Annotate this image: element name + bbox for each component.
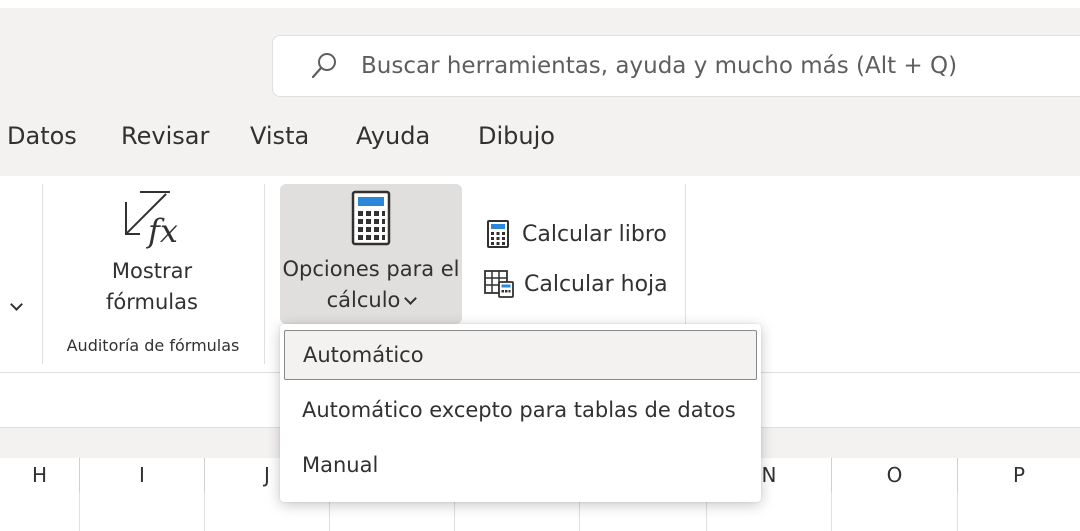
group-separator xyxy=(42,184,43,364)
group-label-auditoria: Auditoría de fórmulas xyxy=(66,336,240,355)
column-header-p[interactable]: P xyxy=(958,458,1080,492)
calculate-sheet-label: Calcular hoja xyxy=(524,271,668,297)
window-top-strip xyxy=(0,0,1080,8)
sheet-calculate-icon xyxy=(484,270,514,298)
calculation-options-label-line1: Opciones para el xyxy=(282,257,460,281)
column-header-o[interactable]: O xyxy=(832,458,958,492)
column-header-h[interactable]: H xyxy=(0,458,80,492)
search-box[interactable] xyxy=(272,35,1080,97)
calculate-sheet-button[interactable]: Calcular hoja xyxy=(484,270,668,298)
calculator-small-icon xyxy=(487,220,509,248)
show-formulas-label-line1: Mostrar xyxy=(111,259,193,283)
calculation-options-button[interactable]: Opciones para el cálculo xyxy=(280,184,462,324)
calculate-workbook-button[interactable]: Calcular libro xyxy=(486,220,667,248)
search-input[interactable] xyxy=(359,52,1043,80)
show-formulas-label-line2: fórmulas xyxy=(106,290,198,314)
grid-cell[interactable] xyxy=(958,492,1080,531)
calculate-workbook-label: Calcular libro xyxy=(522,221,667,247)
search-icon xyxy=(311,53,336,79)
menu-item-automatic[interactable]: Automático xyxy=(284,330,757,380)
show-formulas-icon: fx xyxy=(125,191,178,250)
show-formulas-button[interactable]: fx Mostrar fórmulas xyxy=(92,188,212,328)
calculator-icon xyxy=(351,190,391,246)
tab-datos[interactable]: Datos xyxy=(7,122,77,150)
calculation-options-label-line2: cálculo xyxy=(280,285,462,316)
menu-item-manual[interactable]: Manual xyxy=(284,441,757,491)
chevron-down-icon[interactable] xyxy=(10,298,23,311)
svg-text:fx: fx xyxy=(146,212,178,250)
calculation-options-label-text: cálculo xyxy=(326,288,401,312)
title-bar xyxy=(0,8,1080,114)
chevron-down-icon xyxy=(404,292,418,305)
column-header-i[interactable]: I xyxy=(80,458,205,492)
grid-cell[interactable] xyxy=(832,492,958,531)
group-separator xyxy=(685,184,686,324)
group-separator xyxy=(264,184,265,364)
tab-dibujo[interactable]: Dibujo xyxy=(478,122,555,150)
calculation-options-menu: Automático Automático excepto para tabla… xyxy=(280,324,761,502)
grid-cell[interactable] xyxy=(0,492,80,531)
menu-item-automatic-except-tables[interactable]: Automático excepto para tablas de datos xyxy=(284,386,757,436)
tab-vista[interactable]: Vista xyxy=(250,122,309,150)
tab-ayuda[interactable]: Ayuda xyxy=(356,122,430,150)
tab-revisar[interactable]: Revisar xyxy=(121,122,209,150)
ribbon-tabs: Datos Revisar Vista Ayuda Dibujo xyxy=(0,114,1080,176)
grid-cell[interactable] xyxy=(80,492,205,531)
